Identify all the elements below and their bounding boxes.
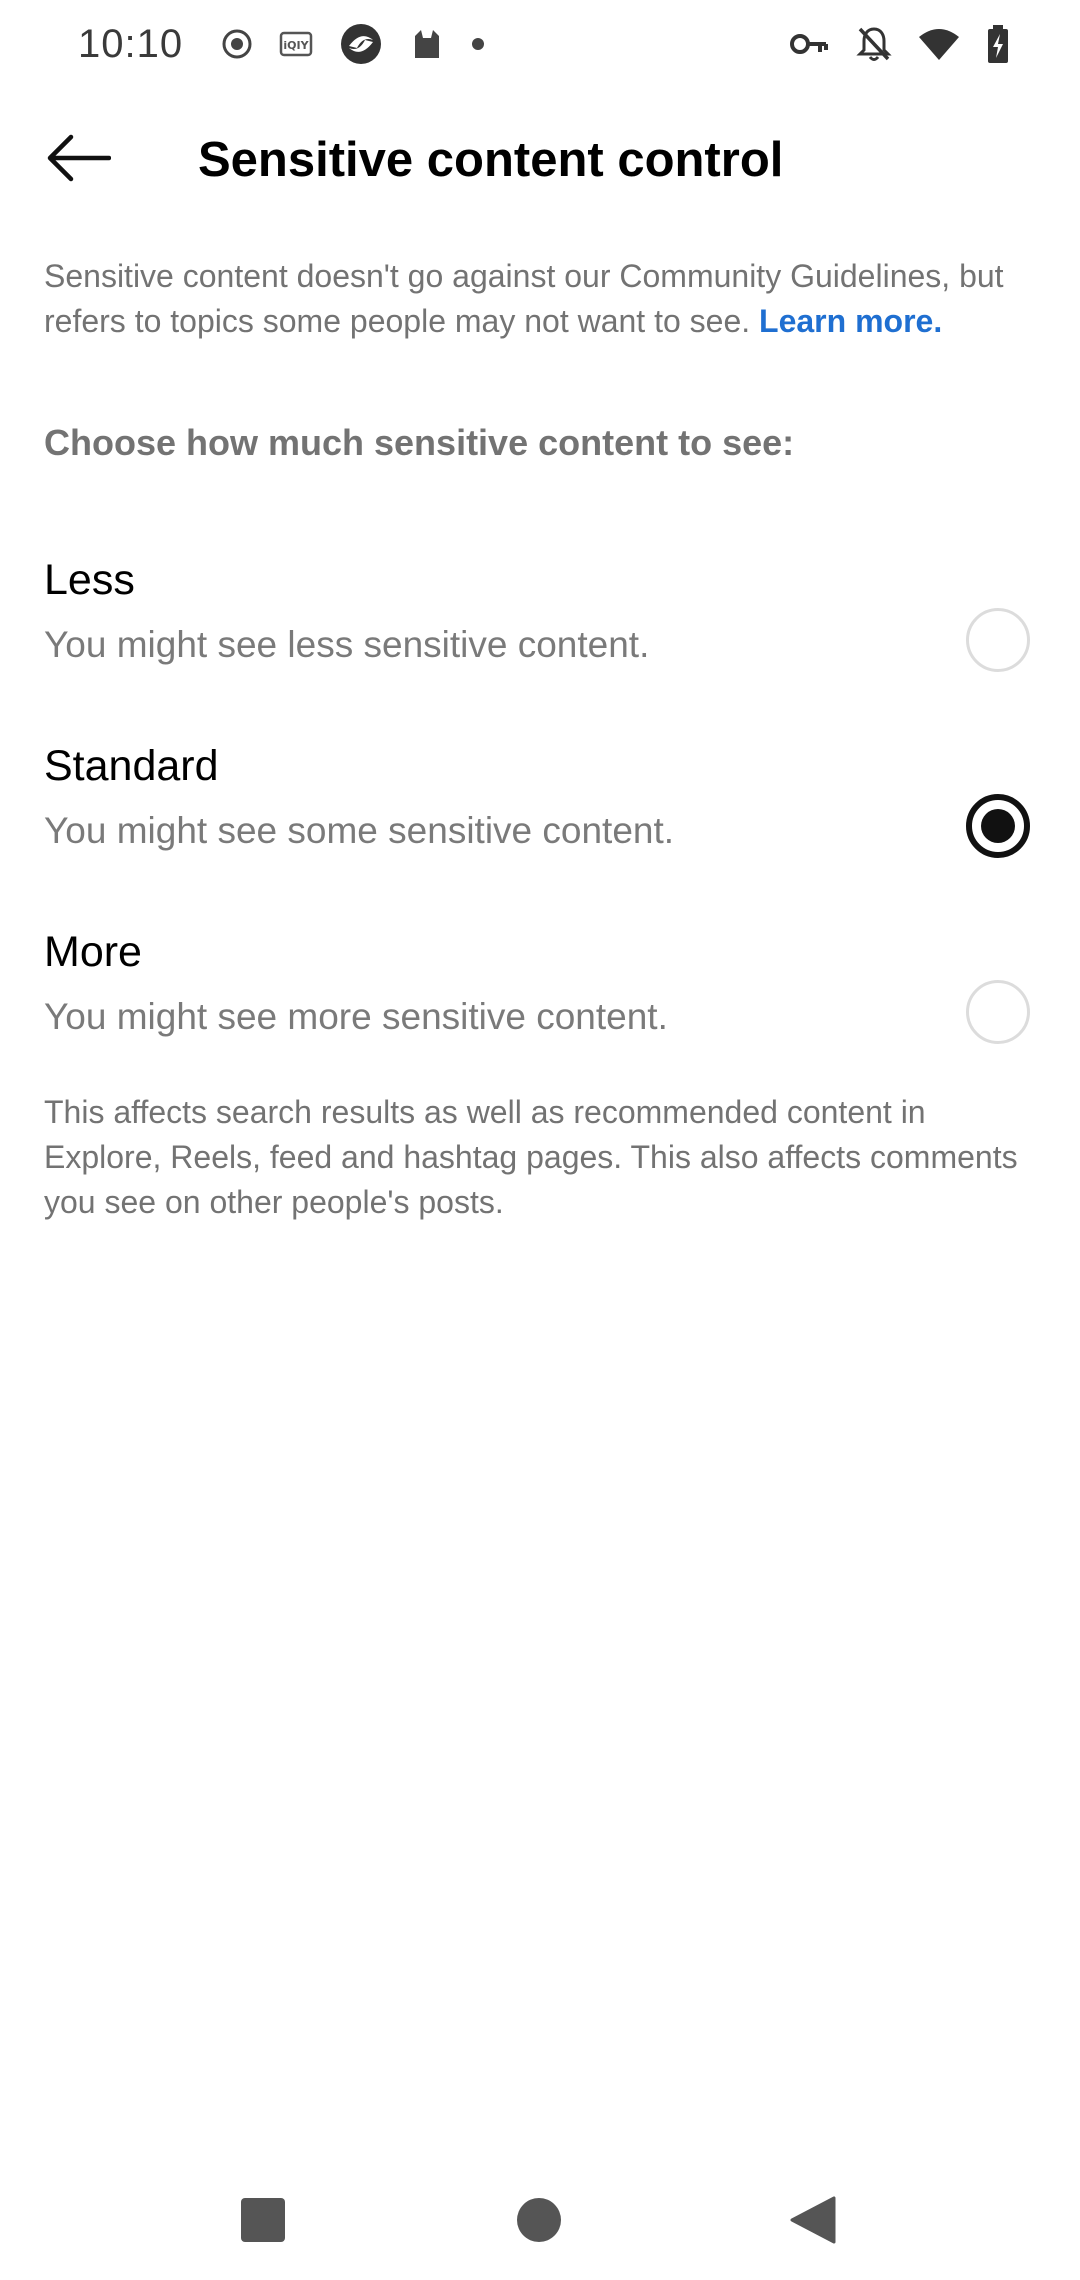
arrow-left-icon (45, 133, 112, 188)
battery-charging-icon (986, 24, 1010, 64)
screen: 10:10 iQIY Sensitive content control Sen… (0, 0, 1080, 2280)
record-icon (221, 28, 253, 60)
vpn-key-icon (790, 30, 830, 58)
radio-less[interactable] (966, 608, 1030, 672)
option-title: More (44, 928, 142, 976)
section-heading: Choose how much sensitive content to see… (44, 422, 795, 463)
option-title: Less (44, 556, 135, 604)
page-title: Sensitive content control (198, 133, 784, 187)
back-triangle-icon[interactable] (788, 2195, 838, 2250)
option-description: You might see some sensitive content. (44, 810, 675, 851)
option-standard[interactable]: Standard You might see some sensitive co… (0, 722, 1080, 910)
recents-square-icon[interactable] (238, 2195, 288, 2250)
app-swirl-icon (339, 22, 383, 66)
status-left: 10:10 iQIY (78, 22, 485, 67)
app-bar: Sensitive content control (0, 110, 1080, 210)
status-right (790, 24, 1010, 64)
cat-icon (409, 26, 445, 62)
radio-more[interactable] (966, 980, 1030, 1044)
option-description: You might see less sensitive content. (44, 624, 650, 665)
svg-text:iQIY: iQIY (284, 39, 310, 52)
dot-icon (471, 37, 485, 51)
option-more[interactable]: More You might see more sensitive conten… (0, 908, 1080, 1096)
status-bar: 10:10 iQIY (0, 0, 1080, 88)
option-description: You might see more sensitive content. (44, 996, 668, 1037)
wifi-icon (918, 27, 960, 61)
learn-more-link[interactable]: Learn more. (759, 303, 942, 339)
option-less[interactable]: Less You might see less sensitive conten… (0, 536, 1080, 724)
status-time: 10:10 (78, 21, 184, 66)
system-nav-bar (0, 2170, 1080, 2280)
iqiyi-icon: iQIY (279, 30, 313, 58)
back-button[interactable] (40, 130, 116, 190)
notifications-off-icon (856, 25, 892, 63)
radio-standard[interactable] (966, 794, 1030, 858)
home-circle-icon[interactable] (514, 2195, 564, 2250)
intro-text: Sensitive content doesn't go against our… (44, 254, 1044, 344)
footnote: This affects search results as well as r… (44, 1094, 1018, 1220)
option-title: Standard (44, 742, 219, 790)
radio-selected-dot (981, 809, 1015, 843)
